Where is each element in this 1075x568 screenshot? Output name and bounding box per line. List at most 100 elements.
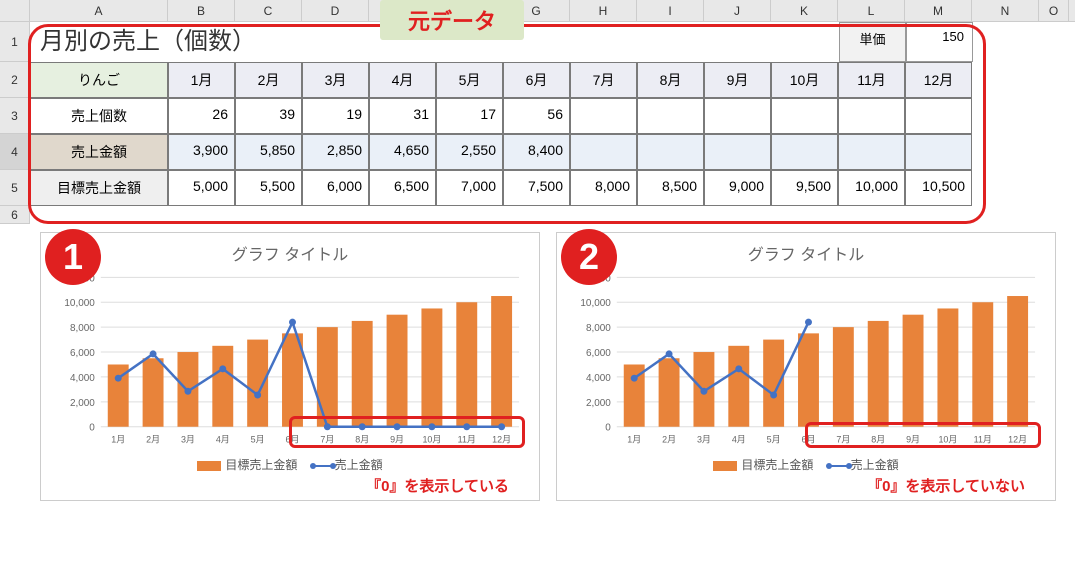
- col-header-J[interactable]: J: [704, 0, 771, 21]
- corner-cell[interactable]: [0, 0, 30, 21]
- cell[interactable]: 10月: [771, 62, 838, 98]
- chart-1-svg: 02,0004,0006,0008,00010,00012,0001月2月3月4…: [51, 271, 529, 451]
- col-header-B[interactable]: B: [168, 0, 235, 21]
- cell[interactable]: 39: [235, 98, 302, 134]
- col-header-K[interactable]: K: [771, 0, 838, 21]
- cell[interactable]: 4,650: [369, 134, 436, 170]
- cell[interactable]: 8,000: [570, 170, 637, 206]
- badge-1: 1: [45, 229, 101, 285]
- row-header-3[interactable]: 3: [0, 98, 30, 134]
- col-header-M[interactable]: M: [905, 0, 972, 21]
- cell[interactable]: 7月: [570, 62, 637, 98]
- cell[interactable]: 8月: [637, 62, 704, 98]
- cell[interactable]: 2,550: [436, 134, 503, 170]
- cell[interactable]: 2月: [235, 62, 302, 98]
- cell[interactable]: 6,000: [302, 170, 369, 206]
- svg-text:1月: 1月: [627, 435, 641, 445]
- chart-2-caption: 『0』を表示していない: [567, 475, 1045, 496]
- chart-1-legend: 目標売上金額 売上金額: [51, 456, 529, 473]
- row-label-target[interactable]: 目標売上金額: [30, 170, 168, 206]
- badge-2: 2: [561, 229, 617, 285]
- cell[interactable]: [704, 134, 771, 170]
- svg-text:8,000: 8,000: [586, 323, 611, 334]
- cell[interactable]: 26: [168, 98, 235, 134]
- cell[interactable]: 17: [436, 98, 503, 134]
- row-header-6[interactable]: 6: [0, 206, 30, 224]
- chart-1[interactable]: 1 グラフ タイトル 02,0004,0006,0008,00010,00012…: [40, 232, 540, 501]
- col-header-H[interactable]: H: [570, 0, 637, 21]
- cell[interactable]: 9,000: [704, 170, 771, 206]
- cell[interactable]: 19: [302, 98, 369, 134]
- cell[interactable]: 5月: [436, 62, 503, 98]
- row-header-2[interactable]: 2: [0, 62, 30, 98]
- col-header-A[interactable]: A: [30, 0, 168, 21]
- cell[interactable]: [637, 98, 704, 134]
- svg-text:11月: 11月: [458, 435, 476, 445]
- svg-text:9月: 9月: [390, 435, 404, 445]
- cell[interactable]: 12月: [905, 62, 972, 98]
- cell[interactable]: 4月: [369, 62, 436, 98]
- cell[interactable]: [570, 98, 637, 134]
- cell[interactable]: 1月: [168, 62, 235, 98]
- row-label-sales[interactable]: 売上金額: [30, 134, 168, 170]
- row-label-qty[interactable]: 売上個数: [30, 98, 168, 134]
- svg-text:10,000: 10,000: [580, 298, 611, 309]
- cell[interactable]: [771, 98, 838, 134]
- cell[interactable]: 56: [503, 98, 570, 134]
- cell[interactable]: [570, 134, 637, 170]
- unit-label[interactable]: 単価: [839, 22, 906, 62]
- cell[interactable]: 6月: [503, 62, 570, 98]
- cell[interactable]: 10,500: [905, 170, 972, 206]
- chart-1-title: グラフ タイトル: [51, 241, 529, 265]
- svg-text:7月: 7月: [320, 435, 334, 445]
- row-header-5[interactable]: 5: [0, 170, 30, 206]
- svg-text:10,000: 10,000: [64, 298, 95, 309]
- cell[interactable]: 11月: [838, 62, 905, 98]
- svg-text:0: 0: [605, 423, 611, 434]
- row-header-1[interactable]: 1: [0, 22, 30, 62]
- col-header-N[interactable]: N: [972, 0, 1039, 21]
- cell[interactable]: [838, 98, 905, 134]
- cell[interactable]: 3月: [302, 62, 369, 98]
- row-header-4[interactable]: 4: [0, 134, 30, 170]
- chart-2-svg: 02,0004,0006,0008,00010,00012,0001月2月3月4…: [567, 271, 1045, 451]
- cell[interactable]: 7,000: [436, 170, 503, 206]
- cell[interactable]: [637, 134, 704, 170]
- cell[interactable]: 5,500: [235, 170, 302, 206]
- cell[interactable]: [704, 98, 771, 134]
- cell[interactable]: 5,000: [168, 170, 235, 206]
- chart-2-legend: 目標売上金額 売上金額: [567, 456, 1045, 473]
- data-table: 2 りんご 1月2月3月4月5月6月7月8月9月10月11月12月 3 売上個数…: [0, 62, 1075, 206]
- cell[interactable]: 9月: [704, 62, 771, 98]
- cell[interactable]: 7,500: [503, 170, 570, 206]
- col-header-O[interactable]: O: [1039, 0, 1069, 21]
- svg-text:2月: 2月: [662, 435, 676, 445]
- cell[interactable]: 8,400: [503, 134, 570, 170]
- svg-text:2月: 2月: [146, 435, 160, 445]
- cell[interactable]: 31: [369, 98, 436, 134]
- cell[interactable]: 2,850: [302, 134, 369, 170]
- cell[interactable]: 9,500: [771, 170, 838, 206]
- col-header-L[interactable]: L: [838, 0, 905, 21]
- cell[interactable]: 5,850: [235, 134, 302, 170]
- unit-value[interactable]: 150: [906, 22, 973, 62]
- cell[interactable]: [838, 134, 905, 170]
- cell[interactable]: 10,000: [838, 170, 905, 206]
- svg-text:2,000: 2,000: [70, 398, 95, 409]
- col-header-I[interactable]: I: [637, 0, 704, 21]
- svg-text:6月: 6月: [286, 435, 300, 445]
- cell[interactable]: 8,500: [637, 170, 704, 206]
- cell[interactable]: 6,500: [369, 170, 436, 206]
- svg-text:10月: 10月: [422, 435, 441, 445]
- svg-text:9月: 9月: [906, 435, 920, 445]
- cell[interactable]: [905, 134, 972, 170]
- col-header-C[interactable]: C: [235, 0, 302, 21]
- cell[interactable]: [905, 98, 972, 134]
- svg-text:4,000: 4,000: [586, 373, 611, 384]
- chart-2[interactable]: 2 グラフ タイトル 02,0004,0006,0008,00010,00012…: [556, 232, 1056, 501]
- cell[interactable]: [771, 134, 838, 170]
- cell[interactable]: 3,900: [168, 134, 235, 170]
- chart-1-caption: 『0』を表示している: [51, 475, 529, 496]
- col-header-D[interactable]: D: [302, 0, 369, 21]
- table-corner[interactable]: りんご: [30, 62, 168, 98]
